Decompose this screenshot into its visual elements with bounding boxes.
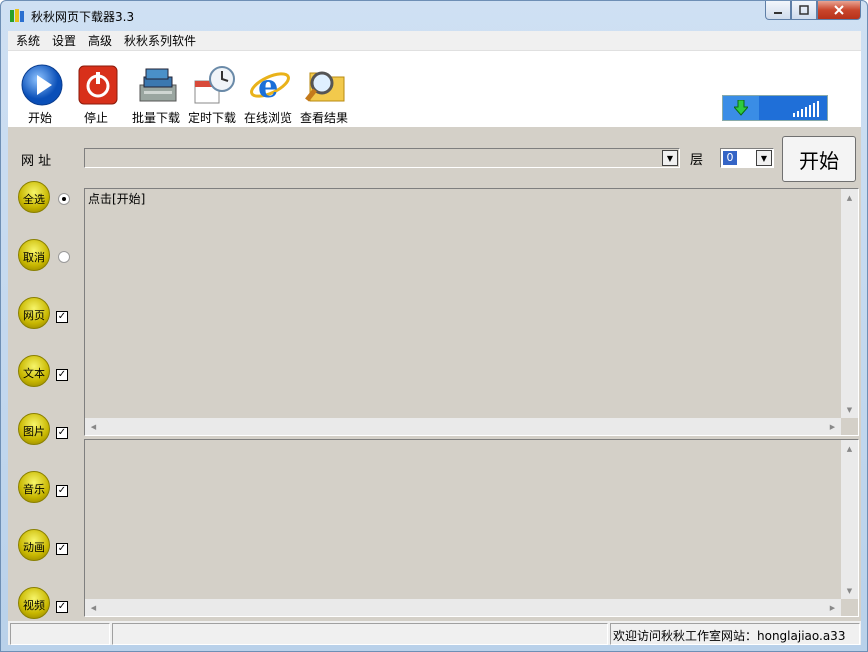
view-results-tool-button[interactable]: 查看结果 bbox=[296, 59, 352, 125]
result-pane[interactable]: ▲ ▼ ◀ ▶ bbox=[84, 439, 859, 617]
select-all-radio[interactable] bbox=[58, 193, 70, 205]
option-webpage[interactable]: 网页 ✓ bbox=[18, 297, 78, 333]
app-window: 秋秋网页下载器3.3 系统 设置 高级 秋秋系列软件 开始 停止 批量下载 定时… bbox=[0, 0, 868, 652]
scroll-right-icon[interactable]: ▶ bbox=[824, 599, 841, 616]
scroll-left-icon[interactable]: ◀ bbox=[85, 599, 102, 616]
signal-bars-icon bbox=[793, 101, 819, 117]
music-badge[interactable]: 音乐 bbox=[18, 471, 50, 503]
title-bar[interactable]: 秋秋网页下载器3.3 bbox=[1, 1, 867, 31]
address-label: 网 址 bbox=[21, 154, 52, 169]
layer-label: 层 bbox=[690, 153, 704, 168]
menu-series-software[interactable]: 秋秋系列软件 bbox=[124, 32, 196, 49]
video-badge[interactable]: 视频 bbox=[18, 587, 50, 619]
scroll-down-icon[interactable]: ▼ bbox=[841, 582, 858, 599]
animation-checkbox[interactable]: ✓ bbox=[56, 543, 68, 555]
address-dropdown-button[interactable]: ▼ bbox=[662, 150, 678, 166]
option-image[interactable]: 图片 ✓ bbox=[18, 413, 78, 449]
stop-tool-label: 停止 bbox=[83, 111, 108, 125]
log-pane[interactable]: 点击[开始] ▲ ▼ ◀ ▶ bbox=[84, 188, 859, 436]
play-icon bbox=[20, 63, 64, 107]
layer-value: 0 bbox=[723, 151, 737, 165]
svg-text:e: e bbox=[258, 67, 278, 105]
maximize-button[interactable] bbox=[791, 1, 817, 20]
close-icon bbox=[834, 5, 844, 15]
start-button[interactable]: 开始 bbox=[782, 136, 856, 182]
chevron-down-icon: ▼ bbox=[666, 153, 674, 163]
stop-tool-button[interactable]: 停止 bbox=[68, 59, 124, 125]
minimize-icon bbox=[774, 12, 782, 14]
option-sidebar: 全选 取消 网页 ✓ 文本 ✓ 图片 ✓ 音乐 ✓ 动画 ✓ 视频 ✓ bbox=[8, 181, 80, 621]
address-input[interactable] bbox=[85, 149, 660, 167]
menu-bar: 系统 设置 高级 秋秋系列软件 bbox=[8, 31, 861, 51]
status-bar: 欢迎访问秋秋工作室网站：honglajiao.a33 bbox=[8, 621, 861, 645]
animation-badge[interactable]: 动画 bbox=[18, 529, 50, 561]
scroll-corner bbox=[841, 418, 858, 435]
select-all-badge[interactable]: 全选 bbox=[18, 181, 50, 213]
result-vertical-scrollbar[interactable]: ▲ ▼ bbox=[841, 440, 858, 599]
image-checkbox[interactable]: ✓ bbox=[56, 427, 68, 439]
scroll-left-icon[interactable]: ◀ bbox=[85, 418, 102, 435]
music-checkbox[interactable]: ✓ bbox=[56, 485, 68, 497]
option-select-all[interactable]: 全选 bbox=[18, 181, 78, 217]
option-video[interactable]: 视频 ✓ bbox=[18, 587, 78, 623]
power-icon bbox=[76, 63, 120, 107]
batch-download-tool-label: 批量下载 bbox=[131, 111, 180, 125]
option-text[interactable]: 文本 ✓ bbox=[18, 355, 78, 391]
download-arrow-icon bbox=[734, 100, 748, 116]
status-welcome: 欢迎访问秋秋工作室网站：honglajiao.a33 bbox=[610, 623, 860, 645]
scheduled-download-tool-label: 定时下载 bbox=[187, 111, 236, 125]
scroll-up-icon[interactable]: ▲ bbox=[841, 189, 858, 206]
webpage-badge[interactable]: 网页 bbox=[18, 297, 50, 329]
scheduled-download-tool-button[interactable]: 定时下载 bbox=[184, 59, 240, 125]
batch-download-tool-button[interactable]: 批量下载 bbox=[128, 59, 184, 125]
start-tool-button[interactable]: 开始 bbox=[12, 59, 68, 125]
layer-dropdown-button[interactable]: ▼ bbox=[756, 150, 772, 166]
cancel-badge[interactable]: 取消 bbox=[18, 239, 50, 271]
layer-combobox[interactable]: 0 ▼ bbox=[720, 148, 774, 168]
option-animation[interactable]: 动画 ✓ bbox=[18, 529, 78, 565]
view-results-icon bbox=[304, 63, 348, 107]
online-browse-tool-button[interactable]: e 在线浏览 bbox=[240, 59, 296, 125]
batch-download-icon bbox=[136, 63, 180, 107]
speed-meter bbox=[722, 95, 828, 121]
cancel-radio[interactable] bbox=[58, 251, 70, 263]
option-cancel[interactable]: 取消 bbox=[18, 239, 78, 275]
app-logo-icon bbox=[9, 8, 25, 24]
view-results-tool-label: 查看结果 bbox=[299, 111, 348, 125]
status-cell-1 bbox=[10, 623, 110, 645]
address-combobox[interactable]: ▼ bbox=[84, 148, 680, 168]
start-tool-label: 开始 bbox=[27, 111, 52, 125]
option-music[interactable]: 音乐 ✓ bbox=[18, 471, 78, 507]
scroll-down-icon[interactable]: ▼ bbox=[841, 401, 858, 418]
video-checkbox[interactable]: ✓ bbox=[56, 601, 68, 613]
status-cell-2 bbox=[112, 623, 608, 645]
scroll-right-icon[interactable]: ▶ bbox=[824, 418, 841, 435]
log-horizontal-scrollbar[interactable]: ◀ ▶ bbox=[85, 418, 841, 435]
online-browse-tool-label: 在线浏览 bbox=[243, 111, 292, 125]
result-horizontal-scrollbar[interactable]: ◀ ▶ bbox=[85, 599, 841, 616]
menu-settings[interactable]: 设置 bbox=[52, 32, 76, 49]
text-checkbox[interactable]: ✓ bbox=[56, 369, 68, 381]
ie-browser-icon: e bbox=[248, 63, 292, 107]
address-row: 网 址 ▼ 层 0 ▼ 开始 bbox=[8, 133, 861, 185]
chevron-down-icon: ▼ bbox=[760, 153, 768, 163]
window-title: 秋秋网页下载器3.3 bbox=[31, 10, 135, 24]
log-text: 点击[开始] bbox=[88, 192, 146, 206]
client-area: 系统 设置 高级 秋秋系列软件 开始 停止 批量下载 定时下载 e 在线浏览 查… bbox=[8, 31, 861, 645]
log-vertical-scrollbar[interactable]: ▲ ▼ bbox=[841, 189, 858, 418]
scheduled-download-icon bbox=[192, 63, 236, 107]
menu-system[interactable]: 系统 bbox=[16, 32, 40, 49]
toolbar: 开始 停止 批量下载 定时下载 e 在线浏览 查看结果 bbox=[8, 51, 861, 127]
webpage-checkbox[interactable]: ✓ bbox=[56, 311, 68, 323]
minimize-button[interactable] bbox=[765, 1, 791, 20]
scroll-up-icon[interactable]: ▲ bbox=[841, 440, 858, 457]
menu-advanced[interactable]: 高级 bbox=[88, 32, 112, 49]
maximize-icon bbox=[799, 5, 809, 15]
scroll-corner bbox=[841, 599, 858, 616]
text-badge[interactable]: 文本 bbox=[18, 355, 50, 387]
image-badge[interactable]: 图片 bbox=[18, 413, 50, 445]
close-button[interactable] bbox=[817, 1, 861, 20]
